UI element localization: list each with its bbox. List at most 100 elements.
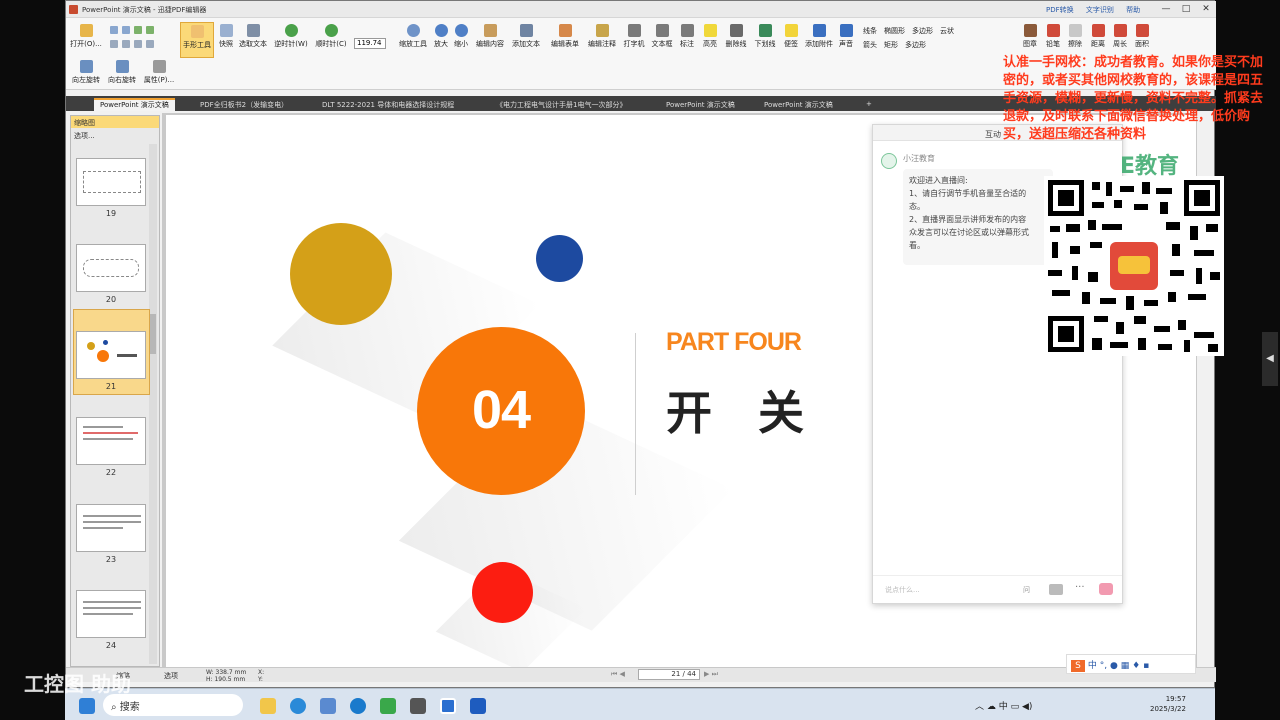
thumbnail-page-23[interactable]	[76, 504, 146, 552]
file-explorer-icon[interactable]	[260, 698, 276, 714]
tab-doc-2[interactable]: PDF全归板书2（发输变电）	[194, 98, 294, 111]
tab-doc-5[interactable]: PowerPoint 演示文稿	[660, 98, 741, 111]
edge-icon[interactable]	[350, 698, 366, 714]
folder-icon[interactable]	[1049, 584, 1063, 595]
ime-indicator[interactable]: 中	[999, 702, 1008, 712]
select-text-button[interactable]: 选取文本	[237, 24, 269, 49]
pdf-editor-taskbar-icon[interactable]	[440, 698, 456, 714]
thumbnail-page-20[interactable]	[76, 244, 146, 292]
question-button[interactable]: 问	[1023, 585, 1030, 595]
copy-icon[interactable]	[110, 40, 118, 48]
callout-button[interactable]: 标注	[677, 24, 697, 49]
tab-doc-6[interactable]: PowerPoint 演示文稿	[758, 98, 839, 111]
thumbnail-options[interactable]: 选项...	[71, 129, 159, 143]
tray-expand-icon[interactable]: ︿	[975, 702, 987, 712]
thumbnail-page-21[interactable]	[76, 331, 146, 379]
open-button[interactable]: 打开(O)...	[69, 24, 103, 49]
keyboard-icon[interactable]: ▦	[1121, 661, 1130, 671]
ellipse-tool[interactable]: 椭圆形	[884, 27, 905, 35]
strikethrough-button[interactable]: 删除线	[723, 24, 749, 49]
pdf-convert-link[interactable]: PDF转换	[1046, 6, 1074, 14]
add-text-button[interactable]: 添加文本	[509, 24, 543, 49]
tab-doc-3[interactable]: DLT 5222-2021 导体和电器选择设计规程	[316, 98, 460, 111]
new-tab-button[interactable]: +	[860, 98, 878, 111]
textbox-button[interactable]: 文本框	[649, 24, 675, 49]
page-number-input[interactable]: 21 / 44	[638, 669, 700, 680]
pencil-button[interactable]: 铅笔	[1043, 24, 1063, 49]
app-icon-green[interactable]	[380, 698, 396, 714]
chat-input[interactable]: 说点什么...	[885, 585, 920, 595]
toolbox-icon[interactable]: ▪	[1143, 661, 1149, 671]
zoom-select[interactable]: 119.74	[354, 38, 386, 49]
edit-content-button[interactable]: 编辑内容	[474, 24, 506, 49]
ime-toolbar[interactable]: S 中 °, ● ▦ ♦ ▪	[1066, 654, 1196, 674]
stamp-button[interactable]: 图章	[1020, 24, 1040, 49]
redo-icon[interactable]	[146, 26, 154, 34]
paste-icon[interactable]	[122, 40, 130, 48]
windows-start-icon[interactable]	[79, 698, 95, 714]
underline-button[interactable]: 下划线	[752, 24, 778, 49]
app-icon-dark[interactable]	[410, 698, 426, 714]
print-icon[interactable]	[122, 26, 130, 34]
thumbnail-scrollbar[interactable]	[149, 144, 157, 664]
rectangle-tool[interactable]: 矩形	[884, 41, 898, 49]
arrow-tool[interactable]: 箭头	[863, 41, 877, 49]
next-page-button[interactable]: ▶ ⏭	[704, 670, 718, 679]
options-label[interactable]: 选项	[164, 671, 178, 681]
zoom-out-button[interactable]: 缩小	[452, 24, 470, 49]
tab-doc-1[interactable]: PowerPoint 演示文稿	[94, 98, 175, 111]
thumbnail-page-22[interactable]	[76, 417, 146, 465]
ocr-link[interactable]: 文字识别	[1086, 6, 1114, 14]
rotate-left-button[interactable]: 向左旋转	[69, 60, 103, 85]
perimeter-button[interactable]: 周长	[1110, 24, 1130, 49]
zoom-tool-button[interactable]: 缩放工具	[396, 24, 430, 49]
maximize-button[interactable]: □	[1176, 1, 1196, 18]
network-icon[interactable]: ▭	[1011, 702, 1022, 712]
minimize-button[interactable]: —	[1156, 1, 1176, 18]
app-icon-blue[interactable]	[470, 698, 486, 714]
hand-tool-button[interactable]: 手形工具	[180, 22, 214, 58]
volume-icon[interactable]: ◀)	[1022, 702, 1032, 712]
undo-icon[interactable]	[134, 26, 142, 34]
sticky-note-button[interactable]: 便签	[781, 24, 801, 49]
first-page-button[interactable]: ⏮ ◀	[611, 670, 625, 679]
rotate-ccw-button[interactable]: 逆时针(W)	[272, 24, 310, 49]
ime-mode[interactable]: 中	[1088, 661, 1097, 671]
more-icon[interactable]: ···	[1075, 582, 1085, 593]
store-icon[interactable]	[320, 698, 336, 714]
line-tool[interactable]: 线条	[863, 27, 877, 35]
taskbar-search[interactable]: ⌕ 搜索	[103, 694, 243, 716]
cloud-tool[interactable]: 云状	[940, 27, 954, 35]
sound-button[interactable]: 声音	[837, 24, 855, 49]
polygon-tool[interactable]: 多边形	[912, 27, 933, 35]
edit-annotation-button[interactable]: 编辑注释	[585, 24, 619, 49]
like-icon[interactable]	[1099, 583, 1113, 595]
distance-button[interactable]: 距离	[1088, 24, 1108, 49]
scrollbar-thumb[interactable]	[150, 314, 156, 354]
snapshot-button[interactable]: 快照	[216, 24, 236, 49]
typewriter-button[interactable]: 打字机	[622, 24, 646, 49]
punctuation-icon[interactable]: °,	[1100, 661, 1107, 671]
eraser-button[interactable]: 擦除	[1065, 24, 1085, 49]
edit-form-button[interactable]: 编辑表单	[548, 24, 582, 49]
help-link[interactable]: 帮助	[1126, 6, 1140, 14]
close-button[interactable]: ✕	[1196, 1, 1216, 18]
rotate-cw-button[interactable]: 顺时针(C)	[312, 24, 350, 49]
side-panel-toggle[interactable]: ◀	[1262, 332, 1278, 386]
cut-icon[interactable]	[134, 40, 142, 48]
microphone-icon[interactable]: ●	[1110, 661, 1118, 671]
properties-button[interactable]: 属性(P)...	[142, 60, 176, 85]
highlight-button[interactable]: 高亮	[700, 24, 720, 49]
skin-icon[interactable]: ♦	[1132, 661, 1140, 671]
find-icon[interactable]	[146, 40, 154, 48]
tab-doc-4[interactable]: 《电力工程电气设计手册1电气一次部分》	[490, 98, 632, 111]
onedrive-icon[interactable]: ☁	[987, 702, 999, 712]
taskbar-clock[interactable]: 19:57 2025/3/22	[1150, 694, 1186, 714]
polyline-tool[interactable]: 多边形	[905, 41, 926, 49]
zoom-in-button[interactable]: 放大	[432, 24, 450, 49]
area-button[interactable]: 面积	[1132, 24, 1152, 49]
rotate-right-button[interactable]: 向右旋转	[105, 60, 139, 85]
thumbnail-page-24[interactable]	[76, 590, 146, 638]
thumbnail-page-19[interactable]	[76, 158, 146, 206]
save-icon[interactable]	[110, 26, 118, 34]
